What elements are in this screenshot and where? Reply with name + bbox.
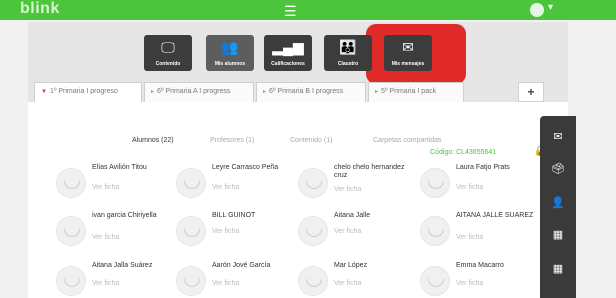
envelope-icon[interactable]: ✉: [540, 130, 576, 143]
avatar-icon: [420, 266, 450, 296]
student-card[interactable]: Mar López Ver ficha: [298, 262, 418, 298]
add-tab-button[interactable]: +: [518, 82, 544, 102]
student-card[interactable]: Aarón Jové García Ver ficha: [176, 262, 296, 298]
bar-chart-icon: ▂▄▆: [272, 39, 304, 55]
tab-6-primaria-a[interactable]: ▸ 6º Primaria A I progress: [144, 82, 254, 102]
ver-ficha-link[interactable]: Ver ficha: [92, 184, 119, 191]
avatar-icon: [176, 168, 206, 198]
user-edit-icon[interactable]: 👤: [540, 196, 576, 209]
chevron-down-icon[interactable]: ▾: [548, 2, 553, 13]
tab-5-primaria[interactable]: ▸ 5º Primaria I pack: [368, 82, 464, 102]
inbox-icon[interactable]: 🗳: [540, 162, 576, 175]
avatar-icon: [176, 266, 206, 296]
chevron-right-icon: ▸: [263, 89, 267, 95]
subtab-contenido[interactable]: Contenido (1): [290, 137, 332, 144]
ver-ficha-link[interactable]: Ver ficha: [92, 234, 119, 241]
student-card[interactable]: Elías Avilión Titou Ver ficha: [56, 164, 176, 204]
ver-ficha-link[interactable]: Ver ficha: [212, 280, 239, 287]
student-card[interactable]: ivan garcia Chiriyella Ver ficha: [56, 212, 176, 252]
student-card[interactable]: Emma Macarro Ver ficha: [420, 262, 540, 298]
avatar-icon: [420, 216, 450, 246]
envelope-icon: ✉: [402, 39, 414, 55]
grid-icon[interactable]: ▦: [540, 228, 576, 241]
top-bar: blink ☰ ▾: [0, 0, 616, 20]
student-card[interactable]: Aitana Jalla Suárez Ver ficha: [56, 262, 176, 298]
nav-contenido-button[interactable]: 🖵 Contenido: [144, 35, 192, 71]
monitor-icon: 🖵: [161, 39, 175, 55]
avatar-icon: [56, 216, 86, 246]
ver-ficha-link[interactable]: Ver ficha: [456, 184, 483, 191]
class-code: Código: CL43655641: [430, 149, 497, 156]
brand-logo[interactable]: blink: [20, 0, 60, 18]
ver-ficha-link[interactable]: Ver ficha: [92, 280, 119, 287]
class-content: Alumnos (22) Profesores (1) Contenido (1…: [28, 102, 568, 298]
subtab-profesores[interactable]: Profesores (1): [210, 137, 254, 144]
grid-icon[interactable]: ▦: [540, 262, 576, 275]
ver-ficha-link[interactable]: Ver ficha: [456, 234, 483, 241]
nav-calificaciones-button[interactable]: ▂▄▆ Calificaciones: [264, 35, 312, 71]
students-icon: 👥: [221, 39, 239, 55]
ver-ficha-link[interactable]: Ver ficha: [334, 228, 361, 235]
avatar-icon: [298, 266, 328, 296]
avatar-icon: [420, 168, 450, 198]
student-card[interactable]: chelo chelo hernandez cruz Ver ficha: [298, 164, 418, 204]
nav-claustro-button[interactable]: 👪 Claustro: [324, 35, 372, 71]
tab-1-primaria[interactable]: ▼ 1º Primaria I progreso: [34, 82, 142, 104]
student-card[interactable]: AITANA JALLE SUAREZ Ver ficha: [420, 212, 540, 252]
subtab-carpetas[interactable]: Carpetas compartidas: [373, 137, 441, 144]
chevron-right-icon: ▸: [151, 89, 155, 95]
chevron-down-icon: ▼: [41, 89, 47, 95]
student-card[interactable]: Laura Fatjo Prats Ver ficha: [420, 164, 540, 204]
avatar-icon: [56, 266, 86, 296]
ver-ficha-link[interactable]: Ver ficha: [212, 228, 239, 235]
avatar-icon: [298, 216, 328, 246]
ver-ficha-link[interactable]: Ver ficha: [212, 184, 239, 191]
nav-mis-alumnos-button[interactable]: 👥 Mis alumnos: [206, 35, 254, 71]
student-card[interactable]: Aitana Jalle Ver ficha: [298, 212, 418, 252]
ver-ficha-link[interactable]: Ver ficha: [334, 280, 361, 287]
tab-6-primaria-b[interactable]: ▸ 6º Primaria B I progress: [256, 82, 366, 102]
avatar-icon: [56, 168, 86, 198]
chevron-right-icon: ▸: [375, 89, 379, 95]
avatar-icon: [176, 216, 206, 246]
nav-mis-mensajes-button[interactable]: ✉ Mis mensajes: [384, 35, 432, 71]
menu-lines-icon[interactable]: ☰: [284, 3, 297, 20]
student-card[interactable]: BILL GUINOT Ver ficha: [176, 212, 296, 252]
avatar-icon: [298, 168, 328, 198]
main-panel: 🖵 Contenido 👥 Mis alumnos ▂▄▆ Calificaci…: [28, 22, 568, 298]
ver-ficha-link[interactable]: Ver ficha: [334, 186, 361, 193]
student-card[interactable]: Leyre Carrasco Peña Ver ficha: [176, 164, 296, 204]
subtab-alumnos[interactable]: Alumnos (22): [132, 137, 174, 144]
user-avatar-icon[interactable]: [530, 3, 544, 17]
ver-ficha-link[interactable]: Ver ficha: [456, 280, 483, 287]
side-action-bar: ✉ 🗳 👤 ▦ ▦: [540, 116, 576, 298]
teachers-icon: 👪: [339, 39, 357, 55]
